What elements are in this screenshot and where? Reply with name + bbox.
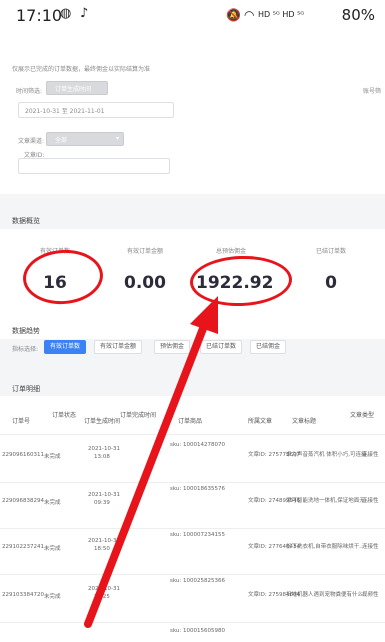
table-row[interactable]: 229102237241 未完成 2021-10-31 18:50 sku: 1… [0, 530, 385, 575]
details-title: 订单明细 [12, 385, 40, 393]
indicator-select-label: 指标选择: [12, 346, 39, 353]
account-filter-label: 账号筛 [362, 88, 381, 95]
row-sku: sku: 100018635576 [170, 486, 225, 492]
row-status: 未完成 [44, 546, 61, 552]
header-completed: 订单完成时间 [120, 412, 157, 419]
row-date: 2021-10-31 [88, 492, 120, 498]
metric-label: 已结订单数 [315, 248, 346, 255]
header-product: 订单商品 [178, 418, 203, 425]
chip-settled-commission[interactable]: 已结佣金 [250, 340, 287, 354]
time-type-value: 订单生成时间 [55, 86, 92, 93]
row-time: 09:39 [94, 500, 110, 506]
table-row[interactable]: sku: 100015605980 [0, 624, 385, 642]
battery-level: 80% [341, 6, 375, 24]
row-title: 添可智能洗地一体机,保证地面无.. [286, 498, 369, 504]
tiktok-icon: ♪ [80, 6, 89, 21]
channel-label: 文章渠道: [18, 138, 45, 145]
chip-valid-orders[interactable]: 有效订单数 [44, 340, 87, 354]
row-sku: sku: 100025825366 [170, 578, 225, 584]
row-order-id: 229096838294 [2, 498, 44, 504]
header-article-type: 文章类型 [350, 412, 375, 419]
wifi-icon: ◠ [244, 8, 255, 22]
time-filter-label: 时间筛选: [16, 88, 43, 95]
wechat-icon: ◍ [60, 6, 72, 21]
header-status: 订单状态 [52, 412, 77, 419]
trend-title: 数据趋势 [12, 327, 40, 335]
header-created: 订单生成时间 [84, 418, 121, 425]
row-status: 未完成 [44, 454, 61, 460]
row-sku: sku: 100015605980 [170, 628, 225, 634]
metric-label: 总预估佣金 [215, 248, 246, 255]
channel-select[interactable]: 全部 ▾ [46, 132, 124, 146]
metric-value: 0 [325, 273, 337, 293]
overview-title: 数据概览 [12, 217, 40, 225]
channel-value: 全部 [55, 137, 68, 144]
row-time: 13:08 [94, 454, 110, 460]
row-sku: sku: 100007234155 [170, 532, 225, 538]
date-range-value: 2021-10-31 至 2021-11-01 [25, 108, 105, 115]
filter-card: 仅展示已完成的订单数据，最终佣金以实际结算为准 时间筛选: 订单生成时间 账号筛… [0, 34, 385, 194]
table-header: 订单号 订单状态 订单生成时间 订单完成时间 订单商品 所属文章 文章标题 文章… [0, 406, 385, 435]
mute-icon: 🔕 [226, 8, 241, 22]
row-type: 连接性 [362, 544, 379, 550]
table-row[interactable]: 229103384720 未完成 2021-10-31 17:25 sku: 1… [0, 576, 385, 623]
status-bar: 17:10 ◍ ♪ 🔕 ◠ HD ⁵ᴳ HD ⁵ᴳ 80% [0, 0, 385, 34]
network-indicators: HD ⁵ᴳ HD ⁵ᴳ [258, 10, 305, 19]
row-type: 连接性 [362, 452, 379, 458]
row-sku: sku: 100014278070 [170, 442, 225, 448]
row-status: 未完成 [44, 500, 61, 506]
data-note: 仅展示已完成的订单数据，最终佣金以实际结算为准 [12, 66, 151, 73]
order-table: 订单号 订单状态 订单生成时间 订单完成时间 订单商品 所属文章 文章标题 文章… [0, 396, 385, 642]
metric-value: 0.00 [124, 273, 166, 293]
row-type: 连接性 [362, 498, 379, 504]
chip-estimated-commission[interactable]: 预估佣金 [154, 340, 191, 354]
row-date: 2021-10-31 [88, 586, 120, 592]
row-date: 2021-10-31 [88, 446, 120, 452]
row-order-id: 229102237241 [2, 544, 44, 550]
row-order-id: 229103384720 [2, 592, 44, 598]
header-article: 所属文章 [248, 418, 273, 425]
chip-valid-amount[interactable]: 有效订单金额 [94, 340, 143, 354]
time-type-select[interactable]: 订单生成时间 [46, 81, 108, 95]
date-range-picker[interactable]: 2021-10-31 至 2021-11-01 [18, 102, 174, 118]
row-status: 未完成 [44, 594, 61, 600]
row-title: 松下洗衣机,自带衣服除味烘干.. [286, 544, 363, 550]
chip-settled-orders[interactable]: 已结订单数 [200, 340, 243, 354]
article-id-input[interactable] [18, 158, 170, 174]
table-row[interactable]: 229096160311 未完成 2021-10-31 13:08 sku: 1… [0, 440, 385, 483]
chevron-down-icon: ▾ [115, 135, 119, 142]
row-time: 17:25 [94, 594, 110, 600]
table-row[interactable]: 229096838294 未完成 2021-10-31 09:39 sku: 1… [0, 484, 385, 529]
metric-valid-amount: 有效订单金额 0.00 [110, 246, 180, 293]
row-title: 扫地机器人遇到宠物粪便有什么.. [286, 592, 367, 598]
header-article-title: 文章标题 [292, 418, 317, 425]
metric-settled-orders: 已结订单数 0 [296, 246, 366, 293]
clock: 17:10 [16, 6, 63, 25]
row-type: 视频性 [362, 592, 379, 598]
row-title: 卓力声音蒸汽机 体积小巧,可连接.. [286, 452, 370, 458]
row-date: 2021-10-31 [88, 538, 120, 544]
header-order-id: 订单号 [12, 418, 31, 425]
row-time: 18:50 [94, 546, 110, 552]
metric-label: 有效订单金额 [126, 248, 163, 255]
web-page: 仅展示已完成的订单数据，最终佣金以实际结算为准 时间筛选: 订单生成时间 账号筛… [0, 34, 385, 642]
row-order-id: 229096160311 [2, 452, 44, 458]
